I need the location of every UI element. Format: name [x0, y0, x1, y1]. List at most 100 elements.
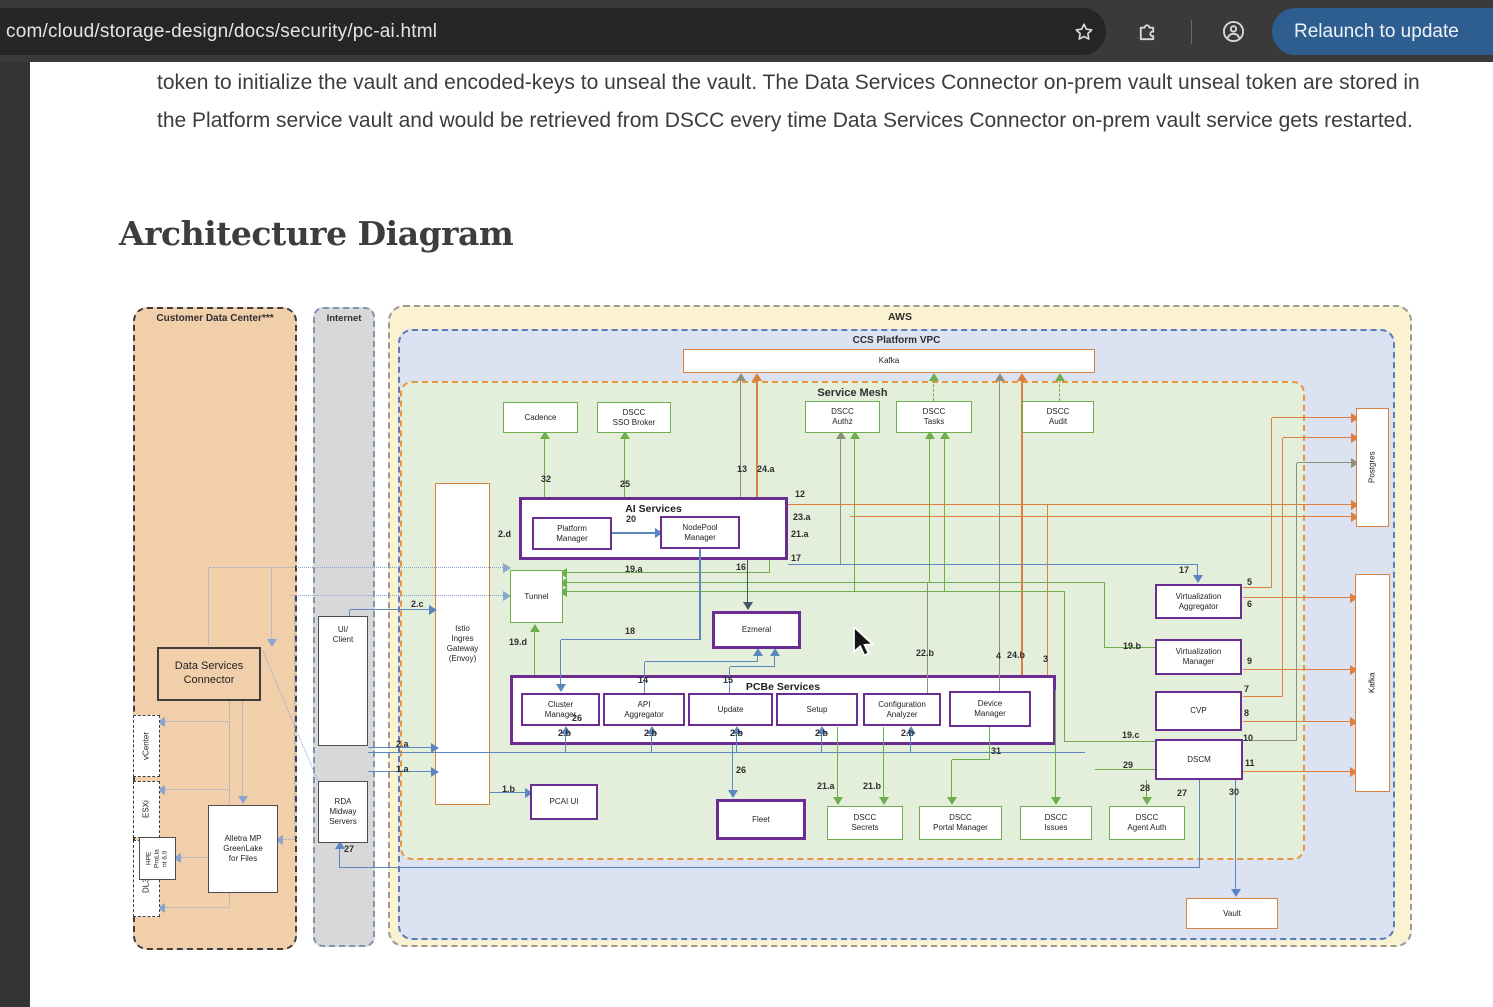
node-kafka-right: Kafka: [1355, 574, 1390, 792]
edge-number-10: 10: [1243, 733, 1253, 743]
node-label-ezmeral: Ezmeral: [742, 625, 771, 635]
node-label-api-aggregator: API Aggregator: [624, 700, 664, 720]
node-ezmeral: Ezmeral: [712, 611, 801, 649]
node-label-dscc-tasks: DSCC Tasks: [923, 407, 946, 427]
node-label-nodepool-manager: NodePool Manager: [682, 523, 717, 543]
edge-number-2.d: 2.d: [498, 529, 511, 539]
zone-label-aws: AWS: [390, 311, 1410, 323]
edge-number-14: 14: [638, 675, 648, 685]
zone-label-internet: Internet: [315, 313, 373, 324]
edge-number-2.b: 2.b: [901, 728, 914, 738]
bookmark-star-icon[interactable]: [1062, 10, 1106, 54]
node-dscm: DSCM: [1155, 739, 1243, 780]
edge-number-11: 11: [1245, 758, 1255, 768]
node-label-virtualization-manager: Virtualization Manager: [1176, 647, 1222, 667]
edge-number-2.b: 2.b: [730, 728, 743, 738]
edge-number-1.b: 1.b: [502, 784, 515, 794]
edge-number-18: 18: [625, 626, 635, 636]
node-label-kafka-top: Kafka: [879, 356, 899, 366]
node-label-dscc-secrets: DSCC Secrets: [851, 813, 878, 833]
node-kafka-top: Kafka: [683, 349, 1095, 373]
node-label-setup: Setup: [807, 705, 828, 715]
node-configuration-analyzer: Configuration Analyzer: [863, 693, 941, 726]
edge-number-17: 17: [1179, 565, 1189, 575]
node-dscc-sso-broker: DSCC SSO Broker: [597, 402, 671, 433]
edge-number-32: 32: [541, 474, 551, 484]
extensions-icon[interactable]: [1125, 9, 1169, 53]
node-label-update: Update: [718, 705, 744, 715]
node-istio-ingres-gateway: Istio Ingres Gateway (Envoy): [435, 483, 490, 805]
edge-number-15: 15: [723, 675, 733, 685]
edge-number-9: 9: [1247, 656, 1252, 666]
node-label-istio-ingres-gateway: Istio Ingres Gateway (Envoy): [447, 624, 479, 664]
edge-number-28: 28: [1140, 783, 1150, 793]
edge-number-25: 25: [620, 479, 630, 489]
edge-number-21.a: 21.a: [791, 529, 809, 539]
zone-label-mesh: Service Mesh: [402, 387, 1303, 399]
node-alletra-mp-greenlake: Alletra MP GreenLake for Files: [208, 805, 278, 893]
node-esxi: ESXi: [133, 781, 160, 838]
node-nodepool-manager: NodePool Manager: [660, 516, 740, 549]
node-vault: Vault: [1186, 898, 1278, 929]
edge-number-19.c: 19.c: [1122, 730, 1140, 740]
node-virtualization-aggregator: Virtualization Aggregator: [1155, 584, 1242, 619]
node-label-cadence: Cadence: [524, 413, 556, 423]
edge-number-2.b: 2.b: [815, 728, 828, 738]
edge-number-19.b: 19.b: [1123, 641, 1141, 651]
edge-number-16: 16: [736, 562, 746, 572]
node-cluster-manager: Cluster Manager: [521, 693, 600, 726]
node-dscc-authz: DSCC Authz: [805, 401, 880, 433]
node-dscc-portal-manager: DSCC Portal Manager: [919, 806, 1002, 840]
node-label-dscc-issues: DSCC Issues: [1044, 813, 1067, 833]
node-hpe-proliant: HPE ProLia nt 6.0: [139, 837, 176, 880]
node-label-dscc-portal-manager: DSCC Portal Manager: [933, 813, 988, 833]
toolbar-separator: [1191, 20, 1192, 44]
edge-number-26: 26: [736, 765, 746, 775]
edge-number-31: 31: [991, 746, 1001, 756]
edge-number-2.b: 2.b: [644, 728, 657, 738]
edge-number-27: 27: [344, 844, 354, 854]
edge-number-17: 17: [791, 553, 801, 563]
node-dscc-agent-auth: DSCC Agent Auth: [1109, 806, 1185, 840]
node-rda-midway-servers: RDA Midway Servers: [318, 781, 368, 843]
node-dscc-issues: DSCC Issues: [1020, 806, 1092, 840]
relaunch-button[interactable]: Relaunch to update: [1272, 8, 1493, 55]
edge-number-30: 30: [1229, 787, 1239, 797]
edge-number-29: 29: [1123, 760, 1133, 770]
node-dscc-tasks: DSCC Tasks: [896, 401, 972, 433]
edge-number-24.b: 24.b: [1007, 650, 1025, 660]
node-label-vault: Vault: [1223, 909, 1241, 919]
edge-number-24.a: 24.a: [757, 464, 775, 474]
node-label-device-manager: Device Manager: [974, 699, 1006, 719]
node-label-esxi: ESXi: [142, 801, 152, 819]
edge-number-5: 5: [1247, 577, 1252, 587]
node-label-pcai-ui: PCAI UI: [550, 797, 579, 807]
edge-number-23.a: 23.a: [793, 512, 811, 522]
node-label-kafka-right: Kafka: [1368, 673, 1378, 693]
left-edge-strip: [0, 62, 30, 1007]
node-label-tunnel: Tunnel: [524, 592, 548, 602]
node-postgres: Postgres: [1356, 408, 1389, 527]
architecture-diagram: Customer Data Center***InternetAWSCCS Pl…: [0, 0, 1493, 1007]
node-label-data-services-connector: Data Services Connector: [175, 660, 243, 688]
edge-number-7: 7: [1244, 684, 1249, 694]
profile-icon[interactable]: [1211, 9, 1255, 53]
node-vcenter: vCenter: [133, 715, 160, 777]
edge-number-2.b: 2.b: [558, 728, 571, 738]
node-ui-client: UI/ Client: [318, 616, 368, 746]
edge-number-19.a: 19.a: [625, 564, 643, 574]
edge-number-20: 20: [626, 514, 636, 524]
zone-label-vpc: CCS Platform VPC: [400, 335, 1393, 346]
node-setup: Setup: [776, 693, 858, 726]
edge-number-26: 26: [572, 713, 582, 723]
edge-number-22.b: 22.b: [916, 648, 934, 658]
node-update: Update: [688, 693, 773, 726]
node-label-virtualization-aggregator: Virtualization Aggregator: [1176, 592, 1222, 612]
edge-number-6: 6: [1247, 599, 1252, 609]
browser-toolbar: com/cloud/storage-design/docs/security/p…: [0, 0, 1493, 62]
address-bar-url[interactable]: com/cloud/storage-design/docs/security/p…: [0, 21, 1062, 43]
address-bar[interactable]: com/cloud/storage-design/docs/security/p…: [0, 8, 1106, 55]
node-device-manager: Device Manager: [949, 691, 1031, 727]
node-pcai-ui: PCAI UI: [530, 784, 598, 820]
node-label-dscm: DSCM: [1187, 755, 1211, 765]
